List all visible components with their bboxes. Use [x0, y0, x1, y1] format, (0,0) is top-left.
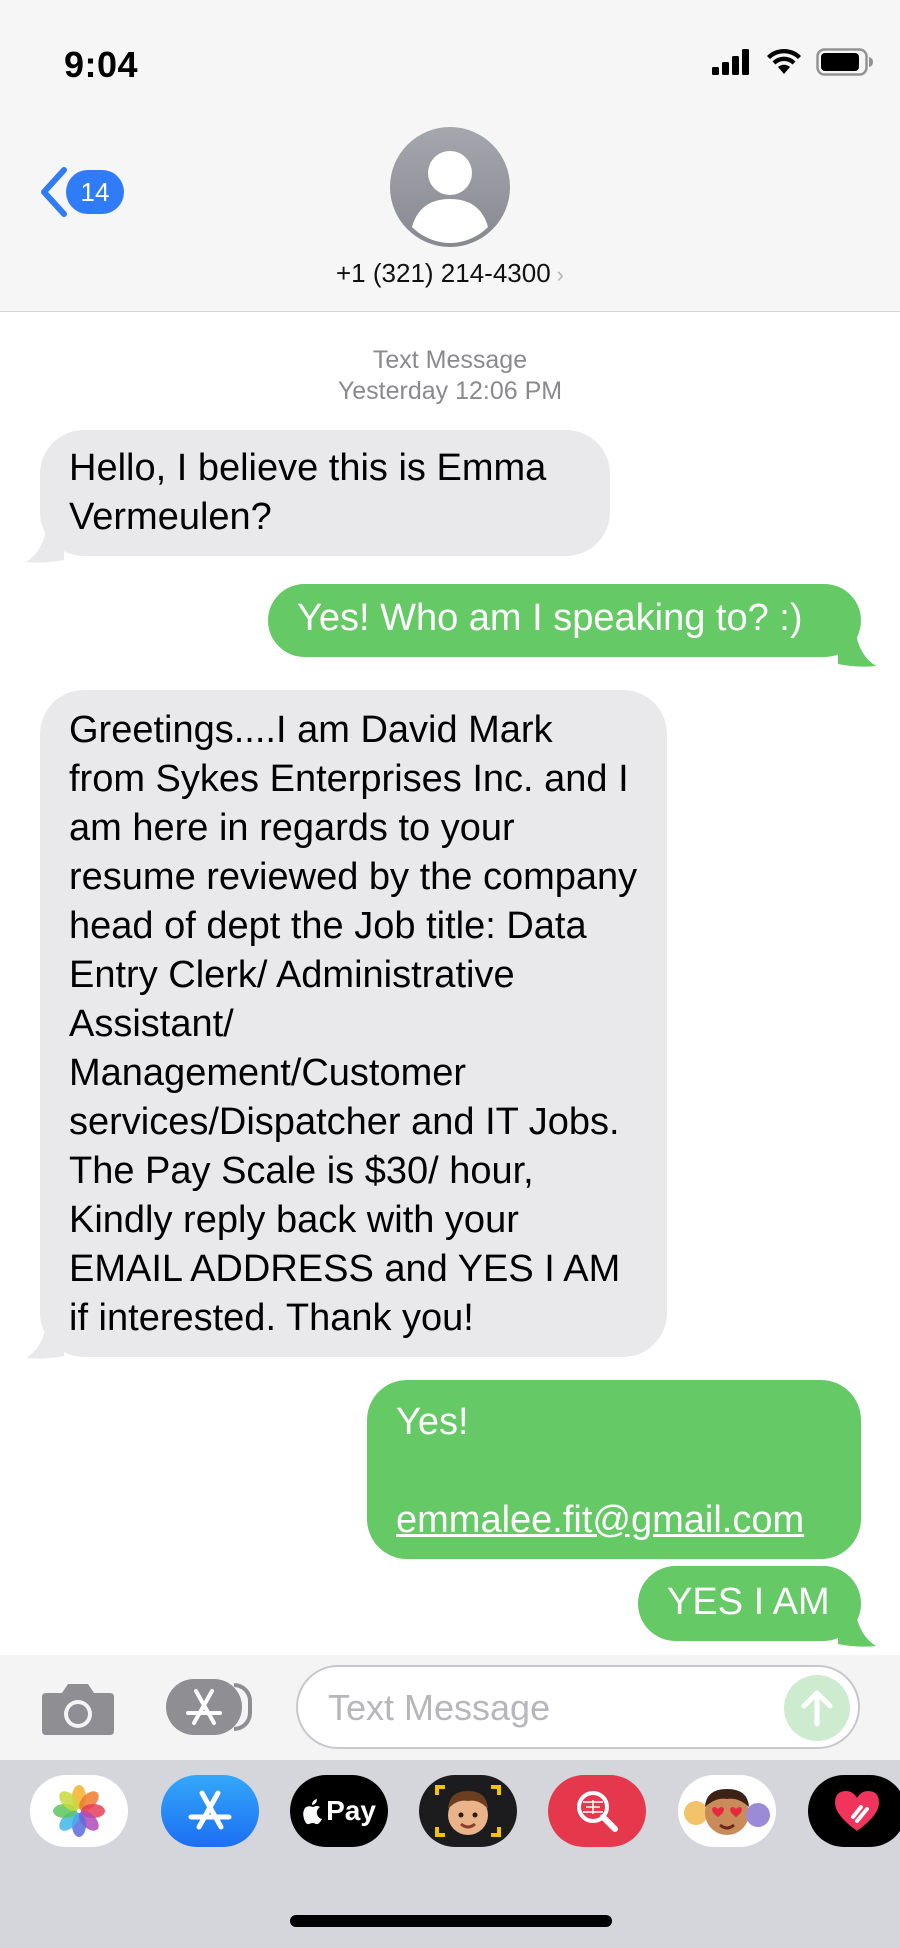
message-bubble-sent[interactable]: YES I AM [638, 1566, 861, 1641]
home-indicator[interactable] [290, 1915, 612, 1927]
status-time: 9:04 [64, 44, 139, 85]
app-store-app[interactable] [161, 1775, 259, 1847]
message-bubble-sent[interactable]: Yes! Who am I speaking to? :) [268, 584, 861, 657]
photos-flower-icon [53, 1785, 105, 1837]
line-spacer [396, 1447, 832, 1496]
message-bubble-received[interactable]: Hello, I believe this is Emma Vermeulen? [40, 430, 610, 556]
heart-icon [835, 1791, 879, 1831]
memoji-stickers-app[interactable] [678, 1775, 776, 1847]
person-icon [412, 151, 488, 243]
chevron-left-icon [41, 167, 67, 217]
message-input-placeholder: Text Message [328, 1687, 551, 1728]
app-store-icon [186, 1689, 222, 1725]
status-bar: 9:04 [0, 0, 900, 120]
contact-name[interactable]: +1 (321) 214-4300 › [0, 258, 900, 289]
send-button[interactable] [784, 1675, 850, 1741]
apple-pay-app[interactable]: Pay [290, 1775, 388, 1847]
search-images-app[interactable] [548, 1775, 646, 1847]
photos-app[interactable] [30, 1775, 128, 1847]
digital-touch-app[interactable] [808, 1775, 900, 1847]
message-bubble-sent[interactable]: Yes! emmalee.fit@gmail.com [367, 1380, 861, 1559]
heart-eyes-memoji-icon [684, 1789, 770, 1835]
conversation-header: 14 +1 (321) 214-4300 › [0, 120, 900, 312]
battery-icon [816, 48, 873, 76]
memoji-app[interactable] [419, 1775, 517, 1847]
arrow-up-icon [801, 1690, 833, 1727]
composer-bar: Text Message [0, 1655, 900, 1760]
unread-count-badge: 14 [66, 170, 124, 214]
camera-icon[interactable] [40, 1681, 116, 1737]
memoji-face-icon [435, 1785, 501, 1837]
message-timestamp: Yesterday 12:06 PM [337, 377, 563, 405]
cellular-signal-icon [712, 49, 749, 75]
chevron-right-icon: › [556, 262, 564, 287]
app-store-button[interactable] [166, 1679, 256, 1735]
message-input[interactable]: Text Message [296, 1665, 860, 1749]
magnifying-glass-icon [577, 1791, 618, 1832]
wifi-icon [767, 48, 801, 74]
back-button[interactable]: 14 [36, 166, 124, 218]
status-icons [712, 48, 874, 76]
apple-pay-label: Pay [326, 1795, 376, 1826]
email-link[interactable]: emmalee.fit@gmail.com [396, 1496, 832, 1545]
pill-edge [234, 1683, 252, 1731]
apple-logo-icon [303, 1799, 323, 1825]
contact-number: +1 (321) 214-4300 [336, 258, 551, 288]
contact-avatar[interactable] [390, 127, 510, 247]
message-text: Yes! [396, 1401, 469, 1443]
message-bubble-received[interactable]: Greetings....I am David Mark from Sykes … [40, 690, 667, 1357]
app-store-icon [188, 1790, 232, 1830]
message-service-label: Text Message [372, 346, 528, 374]
